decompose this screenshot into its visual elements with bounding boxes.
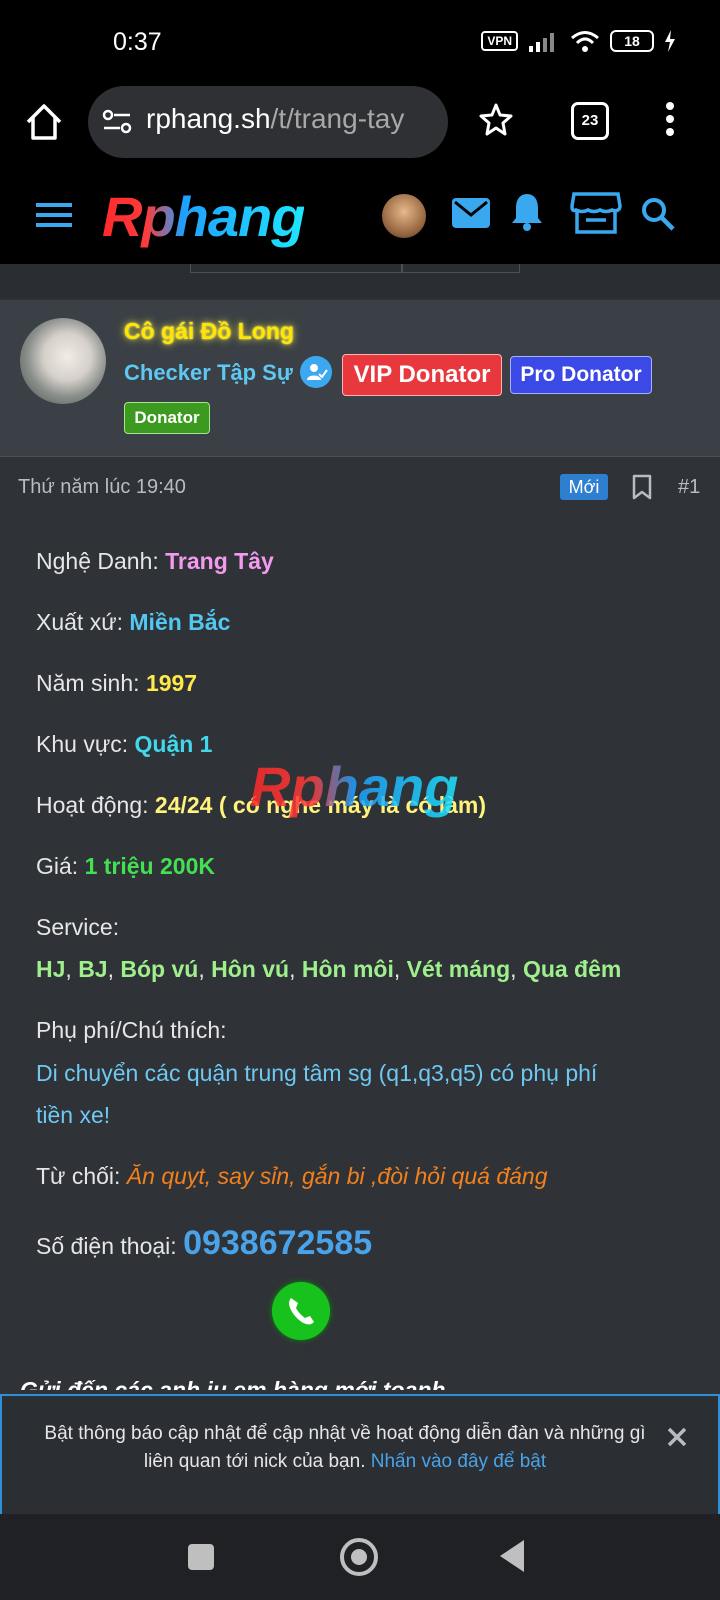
post-meta: Thứ năm lúc 19:40 Mới #1	[18, 468, 702, 504]
search-icon[interactable]	[640, 196, 676, 232]
fee-label: Phụ phí/Chú thích:	[36, 1017, 227, 1043]
phone-number-link[interactable]: 0938672585	[183, 1224, 372, 1262]
site-header: Rphang	[0, 176, 720, 264]
system-nav-bar	[0, 1514, 720, 1600]
watermark-logo: Rphang	[250, 755, 459, 818]
phone-label: Số điện thoại:	[36, 1233, 177, 1259]
service-item: Hôn vú	[211, 956, 290, 982]
phone-call-icon[interactable]	[272, 1282, 330, 1340]
notice-message: Bật thông báo cập nhật để cập nhật về ho…	[44, 1423, 646, 1472]
price-value: 1 triệu 200K	[84, 853, 215, 879]
home-icon[interactable]	[22, 100, 66, 144]
service-item: Bóp vú	[120, 956, 199, 982]
refuse-row: Từ chối: Ăn quỵt, say sỉn, gắn bi ,đòi h…	[36, 1163, 548, 1190]
enable-notifications-link[interactable]: Nhấn vào đây để bật	[371, 1451, 546, 1472]
tab-segment[interactable]	[190, 264, 402, 273]
signal-icon	[529, 33, 554, 52]
notification-banner: Bật thông báo cập nhật để cập nhật về ho…	[0, 1394, 720, 1516]
charging-icon	[665, 30, 675, 52]
more-menu-icon[interactable]	[665, 102, 675, 136]
notice-text: Bật thông báo cập nhật để cập nhật về ho…	[30, 1420, 660, 1476]
fee-line-1: Di chuyển các quận trung tâm sg (q1,q3,q…	[36, 1060, 598, 1086]
price-row: Giá: 1 triệu 200K	[36, 853, 215, 880]
new-badge: Mới	[560, 474, 608, 500]
address-bar[interactable]: rphang.sh/t/trang-tay	[88, 86, 448, 158]
activity-label: Hoạt động:	[36, 792, 149, 818]
service-label: Service:	[36, 914, 120, 940]
post-body-clipped-text: Gửi đến các anh iu em hàng mới toanh	[20, 1377, 446, 1390]
vpn-icon: VPN	[481, 31, 518, 51]
url-host: rphang.sh	[146, 103, 271, 134]
stage-name-label: Nghệ Danh:	[36, 548, 159, 574]
refuse-value: Ăn quỵt, say sỉn, gắn bi ,đòi hỏi quá đá…	[126, 1163, 548, 1189]
fee-line-2: tiền xe!	[36, 1102, 111, 1128]
browser-toolbar: rphang.sh/t/trang-tay 23	[0, 86, 720, 176]
battery-icon: 18	[610, 30, 654, 52]
notification-bell-icon[interactable]	[510, 192, 544, 232]
author-title: Checker Tập Sự	[124, 360, 293, 385]
user-avatar[interactable]	[382, 194, 426, 238]
service-item: HJ	[36, 956, 66, 982]
status-time: 0:37	[113, 28, 162, 56]
status-bar: 0:37 VPN 18	[0, 0, 720, 86]
area-value: Quận 1	[134, 731, 213, 757]
origin-value: Miền Bắc	[129, 609, 231, 635]
phone-row: Số điện thoại: 0938672585	[36, 1224, 372, 1263]
close-icon[interactable]	[666, 1426, 688, 1448]
birth-row: Năm sinh: 1997	[36, 670, 197, 697]
origin-row: Xuất xứ: Miền Bắc	[36, 609, 230, 636]
author-name[interactable]: Cô gái Đồ Long	[124, 318, 294, 345]
stage-name-value: Trang Tây	[165, 548, 274, 574]
birth-label: Năm sinh:	[36, 670, 140, 696]
refuse-label: Từ chối:	[36, 1163, 121, 1189]
back-button[interactable]	[500, 1540, 524, 1572]
area-label: Khu vực:	[36, 731, 129, 757]
tab-switcher-button[interactable]: 23	[571, 102, 609, 140]
service-list: HJ, BJ, Bóp vú, Hôn vú, Hôn môi, Vét mán…	[36, 956, 622, 982]
tab-segment[interactable]	[402, 264, 520, 273]
wifi-icon	[571, 31, 599, 52]
url-path: /t/trang-tay	[270, 103, 405, 134]
service-item: Qua đêm	[522, 956, 622, 982]
bookmark-star-icon[interactable]	[478, 102, 514, 138]
vip-donator-badge: VIP Donator	[342, 354, 502, 396]
author-avatar[interactable]	[20, 318, 106, 404]
verified-user-icon	[300, 356, 332, 388]
home-button[interactable]	[340, 1538, 378, 1576]
donator-badge: Donator	[124, 402, 210, 434]
post-number[interactable]: #1	[678, 476, 700, 499]
store-icon[interactable]	[570, 190, 622, 236]
site-logo[interactable]: Rphang	[102, 184, 305, 249]
pro-donator-badge: Pro Donator	[510, 356, 652, 394]
thread-tab-strip	[0, 264, 720, 298]
birth-value: 1997	[145, 670, 198, 696]
post-date[interactable]: Thứ năm lúc 19:40	[18, 476, 186, 499]
site-settings-icon[interactable]	[102, 108, 132, 136]
hamburger-menu-icon[interactable]	[36, 202, 72, 228]
service-item: Vét máng	[406, 956, 511, 982]
area-row: Khu vực: Quận 1	[36, 731, 212, 758]
mail-icon[interactable]	[452, 198, 490, 228]
bookmark-icon[interactable]	[632, 474, 652, 500]
service-item: Hôn môi	[301, 956, 394, 982]
price-label: Giá:	[36, 853, 79, 879]
recents-button[interactable]	[188, 1544, 214, 1570]
post-author-panel: Cô gái Đồ Long Checker Tập Sự VIP Donato…	[0, 300, 720, 457]
status-icons: VPN 18	[481, 30, 676, 52]
stage-name-row: Nghệ Danh: Trang Tây	[36, 548, 274, 575]
url-text[interactable]: rphang.sh/t/trang-tay	[146, 103, 436, 135]
service-item: BJ	[78, 956, 108, 982]
origin-label: Xuất xứ:	[36, 609, 123, 635]
